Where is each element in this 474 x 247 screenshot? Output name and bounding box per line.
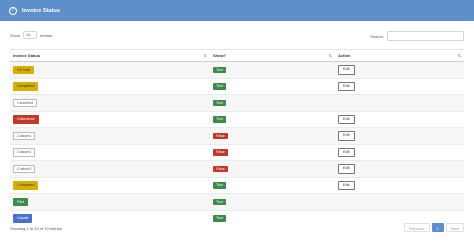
status-badge: On Hold	[13, 65, 35, 74]
show-cell: True	[210, 110, 335, 128]
sort-icon: ⇅	[203, 53, 207, 58]
status-badge: Cancelled	[13, 98, 37, 107]
next-button[interactable]: Next	[445, 223, 464, 232]
status-cell: Paid	[10, 193, 210, 210]
show-label: Show	[10, 32, 21, 38]
status-badge: Paid	[13, 197, 29, 206]
entries-select[interactable]: 10	[23, 31, 38, 39]
table-row: Completed True Edit	[10, 77, 464, 95]
show-badge: True	[213, 99, 227, 106]
search-control: Search:	[370, 31, 464, 41]
edit-button[interactable]: Edit	[338, 164, 355, 174]
show-cell: True	[210, 61, 335, 78]
action-cell: Edit	[335, 61, 464, 78]
status-badge: Unpaid	[13, 214, 33, 223]
show-cell: False	[210, 127, 335, 144]
show-badge: False	[213, 149, 228, 156]
pagination: Previous 1 Next	[402, 223, 464, 232]
show-cell: True	[210, 94, 335, 111]
previous-button[interactable]: Previous	[403, 223, 430, 232]
entries-label: entries	[40, 32, 53, 38]
table-info: Showing 1 to 10 of 10 entries	[10, 226, 62, 231]
status-badge: Custom2	[13, 148, 36, 157]
status-cell: Cancelled	[10, 94, 210, 111]
status-cell: Completed	[10, 77, 210, 95]
sort-icon: ⇅	[328, 53, 332, 58]
edit-button[interactable]: Edit	[338, 65, 355, 75]
table-row: Completed True Edit	[10, 176, 464, 194]
status-cell: Unpaid	[10, 209, 210, 227]
panel-header: ✓ Invoice Status	[0, 0, 474, 21]
entries-control: Show 10 entries	[10, 31, 52, 39]
action-cell: Edit	[335, 127, 464, 144]
show-badge: True	[213, 66, 227, 73]
edit-button[interactable]: Edit	[338, 180, 355, 190]
action-cell: Edit	[335, 143, 464, 161]
show-cell: False	[210, 160, 335, 177]
show-badge: True	[213, 198, 227, 205]
show-cell: True	[210, 209, 335, 227]
invoice-status-table: Invoice Status ⇅ Show? ⇅ Action ⇅ On Hol…	[10, 49, 464, 227]
table-row: Unpaid True	[10, 209, 464, 227]
page-button-1[interactable]: 1	[431, 223, 444, 232]
status-badge: Collections	[13, 115, 39, 124]
table-row: Custom3 False Edit	[10, 160, 464, 177]
status-cell: Collections	[10, 110, 210, 128]
show-badge: True	[213, 116, 227, 123]
column-header-show[interactable]: Show? ⇅	[210, 49, 335, 62]
edit-button[interactable]: Edit	[338, 131, 355, 141]
table-row: Collections True Edit	[10, 110, 464, 128]
status-cell: Custom3	[10, 160, 210, 177]
show-cell: True	[210, 176, 335, 194]
table-row: Custom1 False Edit	[10, 127, 464, 144]
table-row: Custom2 False Edit	[10, 143, 464, 161]
search-input[interactable]	[387, 31, 464, 41]
action-cell: Edit	[335, 160, 464, 177]
column-header-invoice-status[interactable]: Invoice Status ⇅	[10, 49, 210, 62]
status-badge: Custom1	[13, 131, 36, 140]
column-header-action[interactable]: Action ⇅	[335, 49, 464, 62]
show-badge: True	[213, 182, 227, 189]
table-row: On Hold True Edit	[10, 61, 464, 78]
table-header-row: Invoice Status ⇅ Show? ⇅ Action ⇅	[10, 49, 464, 62]
status-badge: Completed	[13, 181, 39, 190]
show-badge: False	[213, 132, 228, 139]
status-badge: Completed	[13, 82, 39, 91]
table-row: Cancelled True	[10, 94, 464, 111]
show-cell: False	[210, 143, 335, 161]
action-cell	[335, 94, 464, 111]
sort-icon: ⇅	[457, 53, 461, 58]
edit-button[interactable]: Edit	[338, 147, 355, 157]
edit-button[interactable]: Edit	[338, 81, 355, 91]
status-cell: On Hold	[10, 61, 210, 78]
status-cell: Custom2	[10, 143, 210, 161]
table-row: Paid True	[10, 193, 464, 210]
action-cell: Edit	[335, 77, 464, 95]
show-cell: True	[210, 193, 335, 210]
table-controls: Show 10 entries Search:	[10, 31, 464, 41]
panel-title: Invoice Status	[22, 7, 60, 14]
status-cell: Completed	[10, 176, 210, 194]
action-cell	[335, 193, 464, 210]
show-badge: True	[213, 83, 227, 90]
show-badge: False	[213, 165, 228, 172]
check-circle-icon: ✓	[9, 6, 17, 15]
status-cell: Custom1	[10, 127, 210, 144]
edit-button[interactable]: Edit	[338, 114, 355, 124]
show-badge: True	[213, 215, 227, 222]
show-cell: True	[210, 77, 335, 95]
action-cell: Edit	[335, 110, 464, 128]
status-badge: Custom3	[13, 164, 36, 173]
action-cell: Edit	[335, 176, 464, 194]
search-label: Search:	[370, 33, 384, 39]
